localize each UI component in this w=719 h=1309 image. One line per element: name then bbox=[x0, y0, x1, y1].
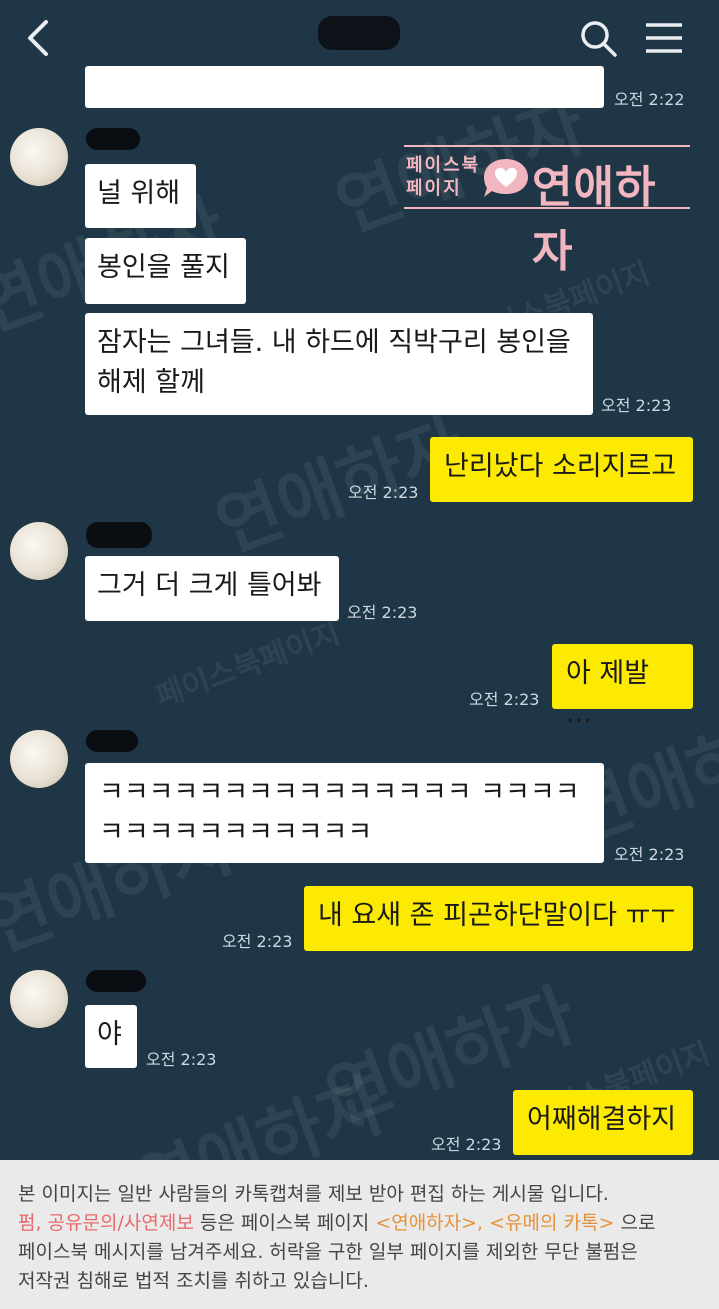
search-icon[interactable] bbox=[578, 18, 618, 58]
watermark: 페이스북페이지 bbox=[151, 615, 345, 715]
my-message-bubble[interactable]: 아 제발 ... bbox=[552, 644, 693, 729]
copyright-notice: 본 이미지는 일반 사람들의 카톡캡쳐를 제보 받아 편집 하는 게시물 입니다… bbox=[0, 1160, 719, 1309]
chevron-left-icon[interactable] bbox=[22, 18, 52, 58]
message-time: 오전 2:23 bbox=[348, 483, 419, 502]
heart-chat-icon bbox=[484, 159, 528, 197]
notice-line: 페이스북 메시지를 남겨주세요. 허락을 구한 일부 페이지를 제외한 무단 불… bbox=[18, 1241, 638, 1263]
message-time: 오전 2:23 bbox=[146, 1050, 217, 1069]
message-time: 오전 2:23 bbox=[601, 396, 672, 415]
avatar[interactable] bbox=[10, 730, 68, 788]
message-bubble[interactable]: 널 위해 bbox=[85, 164, 196, 228]
message-time: 오전 2:23 bbox=[347, 603, 418, 622]
my-message-bubble[interactable]: 난리났다 소리지르고 bbox=[430, 437, 693, 502]
chat-screen: 연애하자 연애하자 연애하자 연애하자 연애하자 연애하자 연애하자 페이스북페… bbox=[0, 0, 719, 1160]
message-bubble[interactable]: 봉인을 풀지 bbox=[85, 238, 246, 304]
avatar[interactable] bbox=[10, 970, 68, 1028]
sender-name-redacted bbox=[86, 128, 140, 150]
hamburger-icon[interactable] bbox=[642, 20, 686, 56]
message-time: 오전 2:23 bbox=[431, 1135, 502, 1154]
my-message-bubble[interactable]: 내 요새 존 피곤하단말이다 ㅠㅜ bbox=[304, 886, 693, 951]
message-time: 오전 2:22 bbox=[614, 90, 685, 109]
message-bubble[interactable]: 잠자는 그녀들. 내 하드에 직박구리 봉인을 해제 할께 bbox=[85, 313, 593, 415]
message-bubble[interactable]: 야 bbox=[85, 1005, 137, 1068]
message-bubble[interactable]: 그거 더 크게 틀어봐 bbox=[85, 556, 339, 621]
page-logo: 페이스북 페이지 연애하자 bbox=[404, 145, 694, 277]
message-time: 오전 2:23 bbox=[222, 932, 293, 951]
sender-name-redacted bbox=[86, 970, 146, 992]
avatar[interactable] bbox=[10, 522, 68, 580]
my-message-bubble[interactable]: 어째해결하지 bbox=[513, 1090, 693, 1155]
sender-name-redacted bbox=[86, 522, 152, 548]
notice-line: 펌, 공유문의/사연제보 등은 페이스북 페이지 <연애하자>, <유메의 카톡… bbox=[18, 1212, 656, 1234]
sender-name-redacted bbox=[86, 730, 138, 752]
message-time: 오전 2:23 bbox=[614, 845, 685, 864]
chat-title-redacted bbox=[318, 16, 400, 50]
avatar[interactable] bbox=[10, 128, 68, 186]
message-time: 오전 2:23 bbox=[469, 690, 540, 709]
message-bubble-partial[interactable] bbox=[85, 66, 604, 108]
notice-line: 본 이미지는 일반 사람들의 카톡캡쳐를 제보 받아 편집 하는 게시물 입니다… bbox=[18, 1183, 609, 1205]
message-bubble[interactable]: ㅋㅋㅋㅋㅋㅋㅋㅋㅋㅋㅋㅋㅋㅋㅋ ㅋㅋㅋㅋ ㅋㅋㅋㅋㅋㅋㅋㅋㅋㅋㅋ bbox=[85, 763, 604, 863]
notice-line: 저작권 침해로 법적 조치를 취하고 있습니다. bbox=[18, 1270, 369, 1292]
